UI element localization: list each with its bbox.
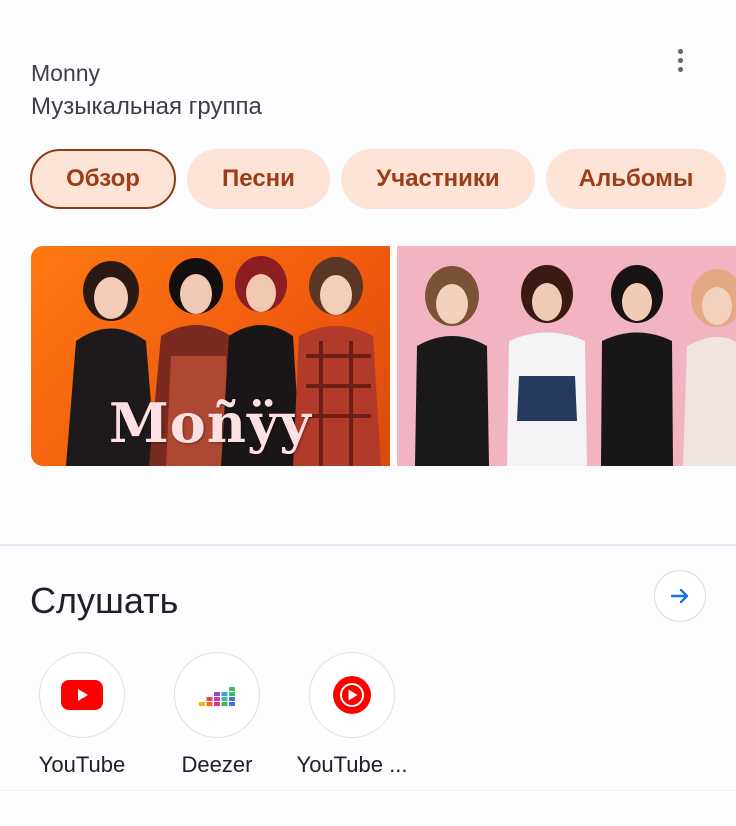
arrow-right-icon	[670, 588, 689, 604]
tab-albums[interactable]: Альбомы	[546, 149, 726, 209]
listen-section-title: Слушать	[30, 580, 179, 621]
tab-overview[interactable]: Обзор	[30, 149, 176, 209]
group-photo-1[interactable]: Moñÿy	[31, 246, 390, 466]
tab-label: Участники	[376, 165, 500, 192]
group-photo-2-illustration	[415, 265, 736, 466]
tab-bar: Обзор Песни Участники Альбомы	[30, 149, 726, 209]
more-vert-dot	[677, 66, 683, 72]
group-photo-2[interactable]	[397, 246, 736, 466]
bottom-strip	[0, 790, 736, 826]
image-gallery: Moñÿy	[31, 246, 736, 466]
deezer-icon	[199, 687, 235, 706]
provider-label: YouTube	[38, 752, 126, 777]
provider-deezer[interactable]: Deezer	[163, 652, 271, 778]
photo-watermark: Moñÿy	[109, 391, 312, 455]
listen-providers: YouTube Deezer YouTube ...	[28, 652, 433, 778]
more-vert-dot	[677, 57, 683, 63]
entity-title: Monny	[31, 60, 101, 86]
more-vert-icon	[677, 48, 683, 54]
provider-label: Deezer	[181, 752, 253, 777]
tab-label: Обзор	[66, 165, 140, 192]
provider-icon-container	[39, 652, 125, 738]
more-options-button[interactable]	[664, 42, 696, 78]
provider-icon-container	[174, 652, 260, 738]
tab-members[interactable]: Участники	[341, 149, 535, 209]
top-strip	[0, 0, 736, 20]
entity-subtitle: Музыкальная группа	[31, 93, 262, 120]
tab-label: Песни	[222, 165, 295, 192]
youtube-music-icon	[333, 676, 371, 714]
tab-songs[interactable]: Песни	[187, 149, 330, 209]
youtube-icon	[61, 680, 103, 710]
section-divider	[0, 544, 736, 546]
provider-label: YouTube ...	[296, 752, 408, 777]
provider-youtube-music[interactable]: YouTube ...	[296, 652, 408, 778]
provider-youtube[interactable]: YouTube	[28, 652, 136, 778]
provider-icon-container	[309, 652, 395, 738]
tab-label: Альбомы	[578, 165, 694, 192]
listen-more-button[interactable]	[654, 570, 706, 622]
